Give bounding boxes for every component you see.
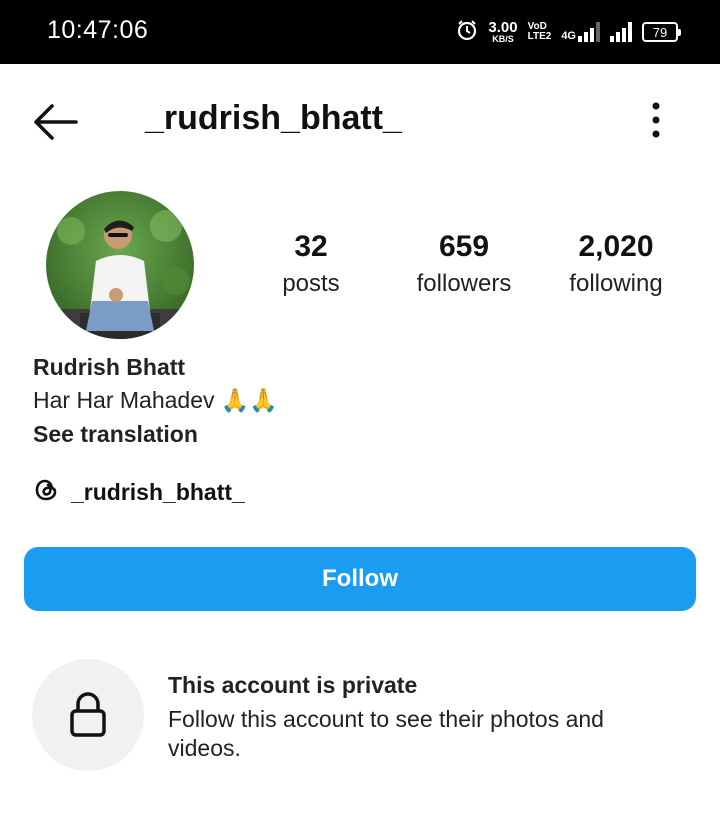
- threads-icon: [33, 476, 61, 509]
- network-type: 4G: [561, 22, 600, 42]
- following-count: 2,020: [578, 230, 654, 263]
- praying-hands-emoji: 🙏🙏: [220, 387, 278, 413]
- follow-button[interactable]: Follow: [24, 547, 696, 611]
- profile-display-name: Rudrish Bhatt: [33, 354, 186, 380]
- status-time: 10:47:06: [47, 16, 149, 44]
- avatar[interactable]: [46, 191, 194, 339]
- private-account-title: This account is private: [168, 672, 418, 698]
- alarm-icon: [456, 19, 478, 46]
- private-account-description: Follow this account to see their photos …: [168, 706, 604, 761]
- network-speed: 3.00 KB/S: [488, 19, 518, 44]
- posts-label: posts: [282, 270, 340, 297]
- stat-following[interactable]: 2,020 following: [553, 230, 679, 298]
- followers-count: 659: [438, 230, 490, 263]
- profile-username-title: _rudrish_bhatt_: [145, 99, 402, 137]
- following-label: following: [569, 270, 663, 297]
- status-bar: 10:47:06 3.00 KB/S VoD LTE2 4G 79: [0, 0, 720, 64]
- volte-indicator: VoD LTE2: [527, 21, 552, 42]
- battery-icon: 79: [642, 22, 681, 42]
- bio-text: Har Har Mahadev 🙏🙏: [33, 387, 278, 414]
- bio-line: Har Har Mahadev: [33, 387, 215, 413]
- signal-bars-2-icon: [610, 22, 632, 42]
- arrow-left-icon: [34, 104, 78, 140]
- private-lock-circle: [32, 659, 144, 771]
- status-icons: 3.00 KB/S VoD LTE2 4G 79: [456, 14, 681, 50]
- threads-handle: _rudrish_bhatt_: [71, 479, 245, 505]
- followers-label: followers: [416, 270, 512, 297]
- stat-followers[interactable]: 659 followers: [403, 230, 525, 298]
- back-button[interactable]: [30, 100, 80, 144]
- posts-count: 32: [294, 230, 328, 263]
- threads-link[interactable]: _rudrish_bhatt_: [33, 476, 245, 509]
- signal-bars-1-icon: [578, 22, 600, 42]
- lock-icon: [70, 692, 106, 737]
- see-translation-link[interactable]: See translation: [33, 421, 198, 448]
- more-options-button[interactable]: [640, 100, 672, 140]
- vertical-dots-icon: [652, 102, 660, 138]
- stat-posts[interactable]: 32 posts: [265, 230, 357, 298]
